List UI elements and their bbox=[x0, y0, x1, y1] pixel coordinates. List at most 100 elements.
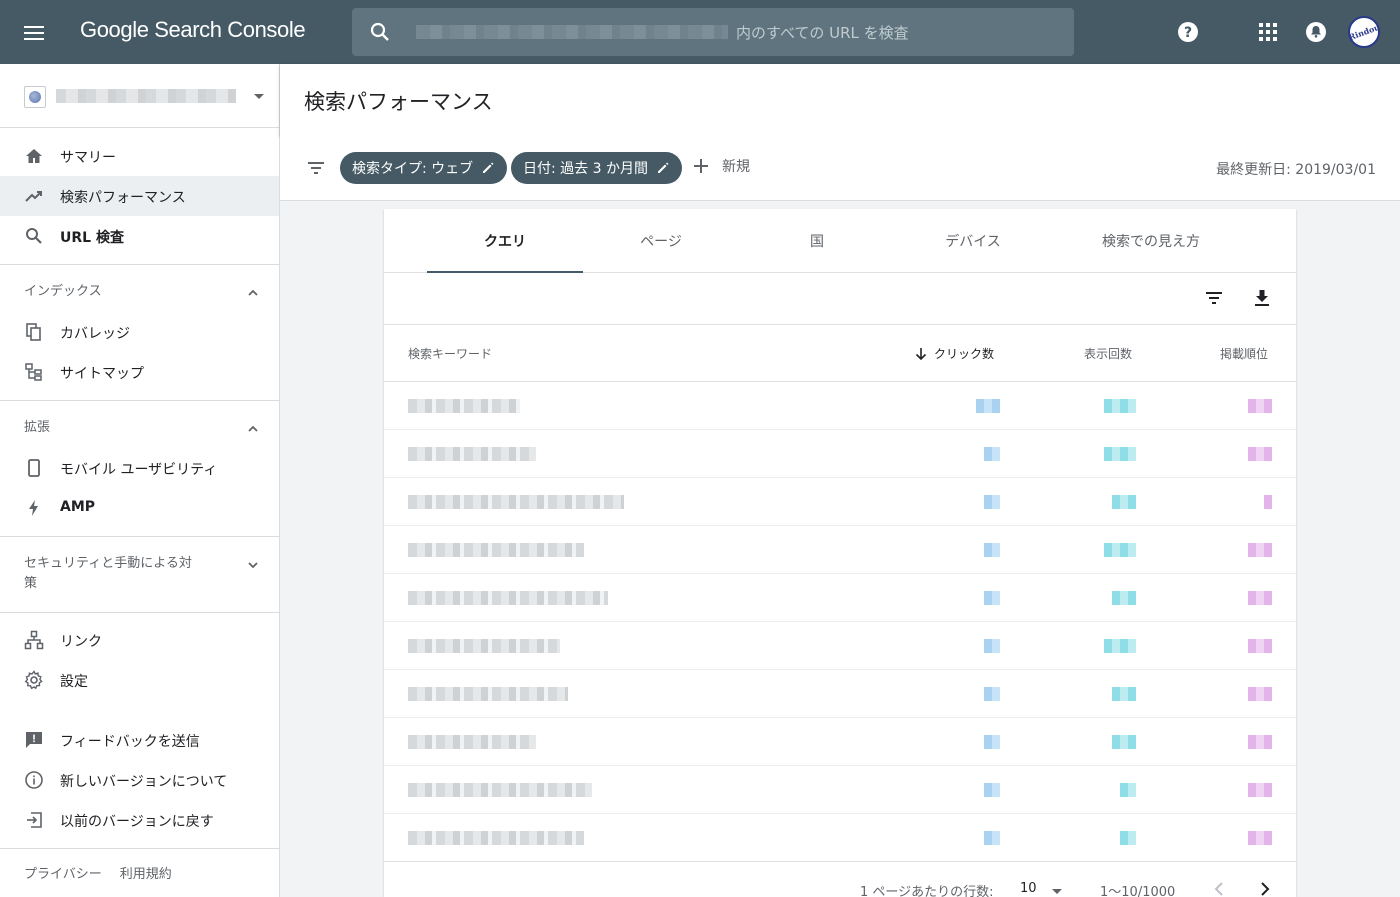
redacted-clicks bbox=[984, 495, 1000, 509]
column-header-label: クリック数 bbox=[934, 347, 995, 361]
redacted-impressions bbox=[1104, 639, 1136, 653]
redacted-clicks bbox=[984, 591, 1000, 605]
redacted-position bbox=[1248, 735, 1272, 749]
sidebar-item-summary[interactable]: サマリー bbox=[0, 136, 279, 176]
chip-label: 日付: 過去 3 か月間 bbox=[523, 161, 648, 177]
sidebar-item-label: サマリー bbox=[60, 150, 116, 166]
privacy-link[interactable]: プライバシー bbox=[24, 863, 102, 882]
table-row[interactable] bbox=[384, 622, 1296, 670]
column-header-position[interactable]: 掲載順位 bbox=[1220, 345, 1268, 362]
edit-pencil-icon bbox=[657, 162, 669, 173]
copy-icon bbox=[26, 323, 41, 341]
sidebar-item-label: リンク bbox=[60, 634, 102, 650]
sidebar-item-about-new-version[interactable]: 新しいバージョンについて bbox=[0, 760, 279, 800]
redacted-clicks bbox=[984, 639, 1000, 653]
sidebar-item-feedback[interactable]: フィードバックを送信 bbox=[0, 720, 279, 760]
home-icon bbox=[26, 149, 42, 163]
terms-link[interactable]: 利用規約 bbox=[120, 863, 172, 882]
redacted-clicks bbox=[984, 447, 1000, 461]
sidebar-item-amp[interactable]: AMP bbox=[0, 488, 279, 528]
apps-grid-icon[interactable] bbox=[1256, 20, 1280, 44]
table-row[interactable] bbox=[384, 574, 1296, 622]
sidebar-item-sitemaps[interactable]: サイトマップ bbox=[0, 352, 279, 392]
divider bbox=[0, 536, 279, 537]
redacted-query bbox=[408, 735, 536, 749]
divider bbox=[0, 400, 279, 401]
sidebar-item-label: モバイル ユーザビリティ bbox=[60, 462, 218, 478]
dimension-tabs: クエリ ページ 国 デバイス 検索での見え方 bbox=[384, 209, 1296, 273]
table-row[interactable] bbox=[384, 382, 1296, 430]
redacted-position bbox=[1248, 831, 1272, 845]
url-inspect-search-bar[interactable]: 内のすべての URL を検査 bbox=[352, 8, 1074, 56]
table-row[interactable] bbox=[384, 814, 1296, 862]
sidebar-item-settings[interactable]: 設定 bbox=[0, 660, 279, 700]
svg-text:?: ? bbox=[1184, 25, 1192, 41]
rows-per-page-select[interactable]: 10 bbox=[1020, 881, 1037, 896]
table-row[interactable] bbox=[384, 478, 1296, 526]
table-row[interactable] bbox=[384, 670, 1296, 718]
section-security[interactable]: セキュリティと手動による対 策 bbox=[0, 554, 279, 594]
chip-label: 検索タイプ: ウェブ bbox=[352, 161, 474, 177]
table-row[interactable] bbox=[384, 766, 1296, 814]
column-header-clicks[interactable]: クリック数 bbox=[914, 345, 994, 362]
property-selector[interactable] bbox=[0, 64, 279, 128]
sidebar-item-search-performance[interactable]: 検索パフォーマンス bbox=[0, 176, 279, 216]
sidebar-item-url-inspection[interactable]: URL 検査 bbox=[0, 216, 279, 256]
sidebar-footer: プライバシー 利用規約 bbox=[24, 863, 172, 882]
redacted-query bbox=[408, 783, 592, 797]
column-header-impressions[interactable]: 表示回数 bbox=[1084, 345, 1132, 362]
globe-icon bbox=[24, 86, 46, 108]
notifications-icon[interactable] bbox=[1304, 20, 1328, 44]
tab-search-appearance[interactable]: 検索での見え方 bbox=[1051, 209, 1251, 273]
app-title: Google Search Console bbox=[80, 17, 306, 42]
redacted-query bbox=[408, 447, 536, 461]
redacted-impressions bbox=[1112, 735, 1136, 749]
dropdown-caret-icon bbox=[1052, 889, 1062, 894]
sidebar-item-label: カバレッジ bbox=[60, 326, 130, 342]
chevron-right-icon[interactable] bbox=[1254, 879, 1274, 897]
sidebar-item-label: 設定 bbox=[60, 674, 88, 690]
redacted-impressions bbox=[1112, 687, 1136, 701]
sidebar-item-label: URL 検査 bbox=[60, 230, 124, 246]
section-label: 拡張 bbox=[24, 420, 51, 435]
redacted-position bbox=[1248, 591, 1272, 605]
redacted-clicks bbox=[984, 687, 1000, 701]
chip-date-range[interactable]: 日付: 過去 3 か月間 bbox=[511, 152, 682, 184]
chevron-left-icon[interactable] bbox=[1210, 879, 1230, 897]
last-updated: 最終更新日: 2019/03/01 bbox=[1216, 162, 1376, 178]
redacted-query bbox=[408, 591, 608, 605]
tab-pages[interactable]: ページ bbox=[583, 209, 739, 273]
chevron-down-icon bbox=[248, 562, 258, 569]
redacted-clicks bbox=[976, 399, 1000, 413]
main-menu-icon[interactable] bbox=[24, 22, 46, 42]
redacted-clicks bbox=[984, 735, 1000, 749]
sidebar-item-coverage[interactable]: カバレッジ bbox=[0, 312, 279, 352]
tab-devices[interactable]: デバイス bbox=[895, 209, 1051, 273]
sidebar-item-links[interactable]: リンク bbox=[0, 620, 279, 660]
column-header-keyword[interactable]: 検索キーワード bbox=[408, 345, 492, 362]
exit-icon bbox=[27, 812, 42, 828]
tab-countries[interactable]: 国 bbox=[739, 209, 895, 273]
help-icon[interactable]: ? bbox=[1176, 20, 1200, 44]
add-filter-button[interactable]: 新規 bbox=[692, 156, 750, 176]
table-row[interactable] bbox=[384, 718, 1296, 766]
tab-queries[interactable]: クエリ bbox=[427, 209, 583, 273]
redacted-clicks bbox=[984, 783, 1000, 797]
sidebar-item-old-version[interactable]: 以前のバージョンに戻す bbox=[0, 800, 279, 840]
chip-search-type[interactable]: 検索タイプ: ウェブ bbox=[340, 152, 508, 184]
redacted-impressions bbox=[1120, 831, 1136, 845]
table-row[interactable] bbox=[384, 526, 1296, 574]
redacted-query bbox=[408, 831, 584, 845]
filter-rows-icon[interactable] bbox=[1202, 286, 1226, 310]
redacted-impressions bbox=[1104, 399, 1136, 413]
download-icon[interactable] bbox=[1250, 286, 1274, 310]
account-avatar[interactable]: Rindou bbox=[1347, 16, 1381, 48]
table-toolbar bbox=[384, 273, 1296, 325]
filter-icon[interactable] bbox=[306, 158, 326, 178]
sidebar-item-label: サイトマップ bbox=[60, 366, 144, 382]
edit-pencil-icon bbox=[483, 162, 494, 173]
search-placeholder: 内のすべての URL を検査 bbox=[736, 24, 909, 42]
table-row[interactable] bbox=[384, 430, 1296, 478]
gear-icon bbox=[24, 670, 43, 690]
sidebar-item-mobile-usability[interactable]: モバイル ユーザビリティ bbox=[0, 448, 279, 488]
